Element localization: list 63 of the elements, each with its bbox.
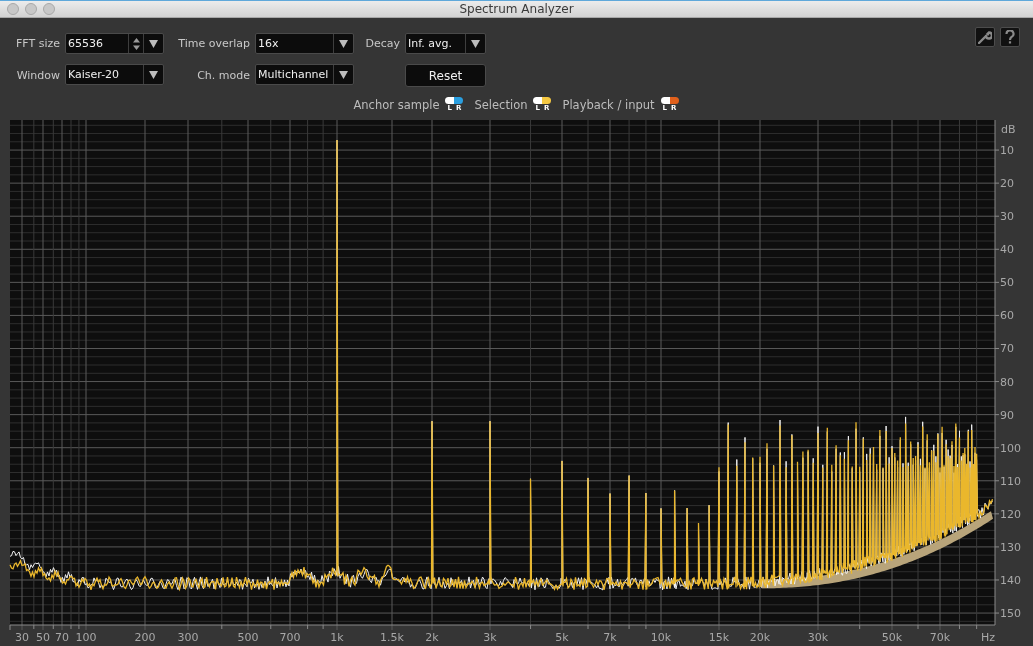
help-button[interactable] (1000, 27, 1020, 47)
field-label: Window (16, 69, 60, 82)
axis-label: 15k (708, 631, 730, 644)
axis-label: 1.5k (380, 631, 404, 644)
axis-label: 30 (15, 631, 29, 644)
legend-label: Anchor sample (353, 98, 440, 112)
dropdown[interactable]: Multichannel (255, 64, 354, 85)
help-icon (1005, 30, 1015, 44)
axis-label: 150 (1000, 607, 1021, 621)
spinner-value: 65536 (67, 37, 104, 50)
field-label: FFT size (16, 37, 60, 50)
axis-label: 500 (237, 631, 259, 644)
axis-label: 70 (1000, 342, 1014, 356)
axis-label: 10k (650, 631, 672, 644)
axis-label: 1k (330, 631, 344, 644)
axis-label: 90 (1000, 408, 1014, 422)
dropdown-arrow-icon (149, 70, 158, 79)
axis-label: 2k (425, 631, 439, 644)
axis-label: 300 (177, 631, 199, 644)
axis-label: 5k (555, 631, 569, 644)
axis-label: 50 (1000, 276, 1014, 290)
axis-label: 100 (1000, 441, 1021, 455)
window-title: Spectrum Analyzer (459, 2, 574, 16)
axis-label: 30 (1000, 210, 1014, 224)
axis-label: 10 (1000, 144, 1014, 158)
axis-label: 100 (75, 631, 97, 644)
axis-label: 110 (1000, 474, 1021, 488)
dropdown[interactable]: Inf. avg. (405, 33, 486, 54)
axis-label: 70k (929, 631, 951, 644)
dropdown-arrow-icon (149, 39, 158, 48)
axis-label: 40 (1000, 243, 1014, 257)
dropdown-arrow-icon (339, 70, 348, 79)
reset-button[interactable]: Reset (405, 64, 486, 87)
axis-label: 3k (483, 631, 497, 644)
settings-button[interactable] (975, 27, 995, 47)
axis-label: 7k (603, 631, 617, 644)
axis-label: 60 (1000, 309, 1014, 323)
axis-label: 140 (1000, 574, 1021, 587)
dropdown-arrow-icon (339, 39, 348, 48)
number-spinner[interactable]: 65536 (65, 33, 164, 54)
axis-label: 120 (1000, 507, 1021, 521)
axis-label: 30k (807, 631, 829, 644)
axis-label: 130 (1000, 540, 1021, 554)
field-label: Decay (365, 37, 400, 50)
field-label: Time overlap (178, 37, 250, 50)
axis-label: 20 (1000, 177, 1014, 191)
axis-label: 70 (55, 631, 69, 644)
legend-label: Playback / input (562, 98, 655, 112)
legend-label: Selection (474, 98, 528, 112)
stepper-arrows-icon[interactable] (132, 37, 140, 50)
field-label: Ch. mode (197, 69, 250, 82)
axis-label: 80 (1000, 375, 1014, 389)
wrench-icon (978, 30, 992, 44)
axis-label: 200 (134, 631, 156, 644)
axis-label: Hz (981, 631, 995, 644)
axis-label: 50k (881, 631, 903, 644)
axis-label: 700 (279, 631, 301, 644)
axis-label: 20k (749, 631, 771, 644)
axis-label: dB (1001, 123, 1016, 136)
dropdown[interactable]: 16x (255, 33, 354, 54)
dropdown[interactable]: Kaiser-20 (65, 64, 164, 85)
axis-label: 50 (36, 631, 50, 644)
dropdown-arrow-icon (471, 39, 480, 48)
